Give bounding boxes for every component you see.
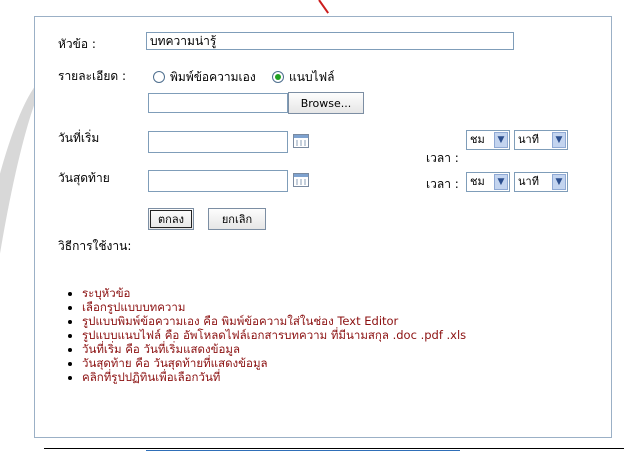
start-date-label: วันที่เริ่ม xyxy=(58,131,100,145)
radio-type-text[interactable] xyxy=(153,71,165,83)
end-date-label: วันสุดท้าย xyxy=(58,171,110,185)
start-date-input[interactable] xyxy=(148,131,288,153)
topic-input[interactable] xyxy=(146,32,514,50)
end-minute-value: นาที xyxy=(518,175,539,188)
browse-button[interactable]: Browse... xyxy=(288,92,364,114)
end-date-input[interactable] xyxy=(148,170,288,192)
topic-label: หัวข้อ : xyxy=(58,37,96,51)
ok-button[interactable]: ตกลง xyxy=(148,208,194,230)
help-item: รูปแบบพิมพ์ข้อความเอง คือ พิมพ์ข้อความใส… xyxy=(82,314,466,328)
annotation-line xyxy=(318,0,329,14)
end-hour-select[interactable]: ชม ▼ xyxy=(466,172,510,192)
chevron-down-icon: ▼ xyxy=(552,132,566,148)
help-item: เลือกรูปแบบบทความ xyxy=(82,300,466,314)
end-minute-select[interactable]: นาที ▼ xyxy=(514,172,568,192)
calendar-icon[interactable] xyxy=(293,173,309,187)
file-path-input[interactable] xyxy=(148,93,288,113)
radio-attach-file[interactable] xyxy=(272,71,284,83)
chevron-down-icon: ▼ xyxy=(494,132,508,148)
end-time-label: เวลา : xyxy=(426,177,459,191)
end-hour-value: ชม xyxy=(470,175,485,188)
radio-type-text-label: พิมพ์ข้อความเอง xyxy=(170,70,256,84)
help-item: วันที่เริ่ม คือ วันที่เริ่มแสดงข้อมูล xyxy=(82,342,466,356)
chevron-down-icon: ▼ xyxy=(552,174,566,190)
help-item: คลิกที่รูปปฏิทินเพื่อเลือกวันที่ xyxy=(82,370,466,384)
start-time-label: เวลา : xyxy=(426,151,459,165)
radio-attach-file-label: แนบไฟล์ xyxy=(289,70,335,84)
chevron-down-icon: ▼ xyxy=(494,174,508,190)
help-item: รูปแบบแนบไฟล์ คือ อัพโหลดไฟล์เอกสารบทควา… xyxy=(82,328,466,342)
cancel-button[interactable]: ยกเลิก xyxy=(208,208,266,230)
help-item: ระบุหัวข้อ xyxy=(82,286,466,300)
start-hour-value: ชม xyxy=(470,133,485,146)
start-hour-select[interactable]: ชม ▼ xyxy=(466,130,510,150)
bottom-accent-line xyxy=(146,450,460,451)
help-title: วิธีการใช้งาน: xyxy=(58,239,132,253)
calendar-icon[interactable] xyxy=(293,134,309,148)
help-list: ระบุหัวข้อ เลือกรูปแบบบทความ รูปแบบพิมพ์… xyxy=(64,286,466,384)
start-minute-select[interactable]: นาที ▼ xyxy=(514,130,568,150)
detail-label: รายละเอียด : xyxy=(58,69,127,83)
help-item: วันสุดท้าย คือ วันสุดท้ายที่แสดงข้อมูล xyxy=(82,356,466,370)
start-minute-value: นาที xyxy=(518,133,539,146)
